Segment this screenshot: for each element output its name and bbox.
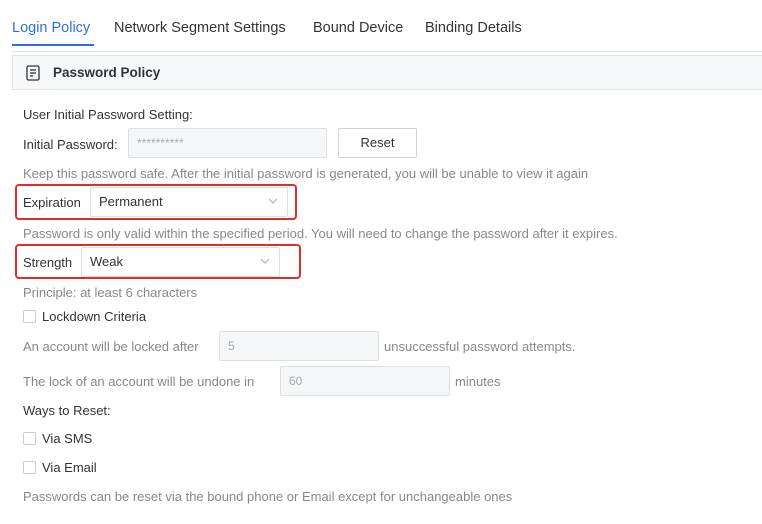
tab-binding-details[interactable]: Binding Details	[425, 20, 522, 36]
unlock-prefix: The lock of an account will be undone in	[23, 374, 255, 389]
via-email-label: Via Email	[42, 460, 97, 475]
lock-attempts-suffix: unsuccessful password attempts.	[384, 339, 576, 354]
chevron-down-icon	[260, 258, 270, 264]
tab-divider	[12, 51, 762, 52]
lock-attempts-prefix: An account will be locked after	[23, 339, 199, 354]
reset-ways-heading: Ways to Reset:	[23, 403, 111, 418]
initial-password-heading: User Initial Password Setting:	[23, 107, 193, 122]
strength-select[interactable]: Weak	[81, 247, 280, 277]
via-sms-label: Via SMS	[42, 431, 93, 446]
document-list-icon	[26, 65, 40, 81]
strength-value: Weak	[90, 254, 123, 269]
chevron-down-icon	[268, 198, 278, 204]
lockdown-label: Lockdown Criteria	[42, 309, 147, 324]
tab-login-policy[interactable]: Login Policy	[12, 20, 90, 36]
strength-note: Principle: at least 6 characters	[23, 285, 198, 300]
active-tab-indicator	[12, 44, 94, 46]
initial-password-label: Initial Password:	[23, 137, 118, 152]
via-email-checkbox[interactable]	[23, 461, 36, 474]
tab-bound-device[interactable]: Bound Device	[313, 20, 403, 36]
section-title: Password Policy	[53, 65, 161, 80]
expiration-label: Expiration	[23, 195, 81, 210]
initial-password-note: Keep this password safe. After the initi…	[23, 166, 589, 181]
lock-attempts-input[interactable]: 5	[219, 331, 379, 361]
reset-ways-note: Passwords can be reset via the bound pho…	[23, 489, 513, 504]
lockdown-checkbox[interactable]	[23, 310, 36, 323]
password-policy-header: Password Policy	[12, 55, 762, 90]
tab-network-segment-settings[interactable]: Network Segment Settings	[114, 20, 286, 36]
initial-password-field[interactable]: **********	[128, 128, 327, 158]
unlock-suffix: minutes	[455, 374, 501, 389]
expiration-select[interactable]: Permanent	[90, 187, 288, 217]
expiration-note: Password is only valid within the specif…	[23, 226, 618, 241]
expiration-value: Permanent	[99, 194, 163, 209]
tab-bar: Login Policy Network Segment Settings Bo…	[0, 0, 762, 52]
unlock-minutes-input[interactable]: 60	[280, 366, 450, 396]
strength-label: Strength	[23, 255, 73, 270]
reset-password-button[interactable]: Reset	[338, 128, 417, 158]
via-sms-checkbox[interactable]	[23, 432, 36, 445]
